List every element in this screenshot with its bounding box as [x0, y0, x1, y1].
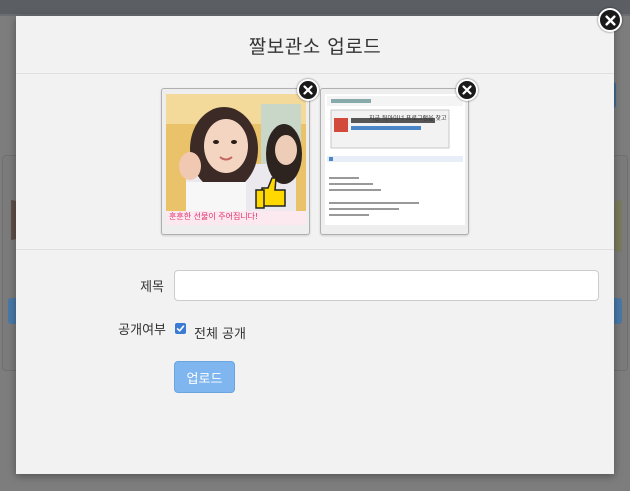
title-label: 제목	[140, 280, 164, 295]
image-thumbnail[interactable]: 지금 뒤아이너 프로그램을 찾고 계시나요?	[320, 79, 478, 235]
title-input[interactable]	[174, 270, 599, 301]
screenshot-thumbnail-icon: 지금 뒤아이너 프로그램을 찾고 계시나요?	[325, 94, 465, 225]
header-divider	[16, 73, 614, 74]
upload-modal: 짤보관소 업로드 훈훈한 선물이 주어집니다! 지금 뒤아이너 프로그램을 찾고…	[16, 16, 614, 474]
image-thumbnail[interactable]: 훈훈한 선물이 주어집니다!	[161, 79, 319, 235]
close-circle-icon	[604, 14, 616, 26]
checkmark-icon	[176, 325, 185, 332]
thumbnail-caption: 훈훈한 선물이 주어집니다!	[169, 212, 259, 221]
remove-image-button[interactable]	[456, 79, 478, 101]
preview-divider	[16, 249, 614, 250]
close-circle-icon	[462, 85, 472, 95]
upload-button[interactable]: 업로드	[174, 361, 235, 393]
remove-image-button[interactable]	[297, 79, 319, 101]
close-circle-icon	[303, 85, 313, 95]
thumbnail-banner-text: 지금 뒤아이너 프로그램을 찾고 계시나요?	[369, 115, 449, 122]
photo-thumbnail-icon: 훈훈한 선물이 주어집니다!	[166, 94, 306, 225]
visibility-label: 공개여부	[118, 323, 166, 338]
background-topbar	[0, 0, 630, 14]
modal-title: 짤보관소 업로드	[248, 36, 382, 58]
public-checkbox[interactable]	[175, 323, 186, 334]
close-modal-button[interactable]	[598, 8, 622, 32]
public-checkbox-label[interactable]: 전체 공개	[194, 323, 246, 342]
